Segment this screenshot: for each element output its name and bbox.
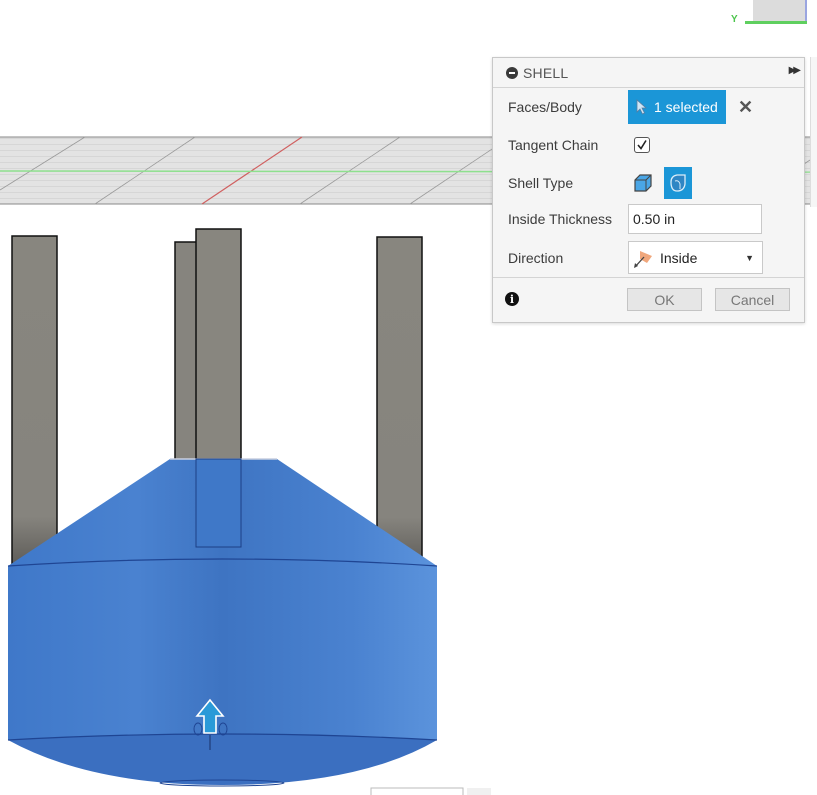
chevron-down-icon: ▼ [745, 252, 754, 263]
inside-thickness-input[interactable]: 0.50 in [628, 204, 762, 234]
faces-body-selector[interactable]: 1 selected [628, 90, 726, 124]
selection-count: 1 selected [654, 99, 718, 115]
post-center-front[interactable] [195, 228, 242, 462]
post-center-back[interactable] [174, 241, 198, 467]
side-scrollbar[interactable] [810, 57, 817, 207]
info-icon[interactable]: i [505, 292, 519, 306]
ok-button[interactable]: OK [627, 288, 702, 311]
double-chevron-right-icon[interactable]: ▶▶ [789, 65, 802, 76]
tangent-chain-label: Tangent Chain [508, 137, 599, 153]
direction-value: Inside [660, 249, 698, 266]
view-cube-axis-label: Y [731, 14, 738, 25]
tangent-chain-row: Tangent Chain [493, 132, 804, 158]
direction-flag-icon [634, 250, 652, 268]
checkmark-icon [637, 140, 647, 150]
close-icon[interactable]: ✕ [738, 97, 753, 118]
rounded-shell-icon [670, 174, 686, 192]
post-left[interactable] [11, 235, 58, 567]
dialog-header[interactable]: SHELL ▶▶ [493, 58, 804, 88]
inside-thickness-row: Inside Thickness 0.50 in [493, 204, 804, 234]
shell-dialog: SHELL ▶▶ Faces/Body 1 selected ✕ Tangent… [492, 57, 805, 323]
rounded-shell-button[interactable] [664, 167, 692, 199]
direction-dropdown[interactable]: Inside ▼ [628, 241, 763, 274]
direction-row: Direction Inside ▼ [493, 241, 804, 274]
shell-body[interactable] [7, 458, 438, 787]
inside-thickness-label: Inside Thickness [508, 211, 613, 227]
dialog-title: SHELL [523, 64, 569, 81]
cursor-arrow-icon [636, 99, 648, 115]
direction-label: Direction [508, 249, 564, 266]
view-cube-y-axis [745, 21, 807, 24]
tangent-chain-checkbox[interactable] [634, 137, 650, 153]
view-cube[interactable] [753, 0, 807, 22]
shell-type-label: Shell Type [508, 175, 574, 191]
cancel-button[interactable]: Cancel [715, 288, 790, 311]
faces-body-label: Faces/Body [508, 99, 582, 115]
shell-type-row: Shell Type [493, 166, 804, 200]
dialog-footer: i OK Cancel [493, 277, 804, 323]
post-right[interactable] [376, 236, 423, 568]
minus-circle-icon[interactable] [506, 66, 518, 79]
sharp-shell-button[interactable] [629, 167, 657, 199]
bottom-toolbar-fragment[interactable] [361, 787, 493, 795]
faces-body-row: Faces/Body 1 selected ✕ [493, 90, 804, 124]
sharp-shell-icon [634, 174, 652, 192]
